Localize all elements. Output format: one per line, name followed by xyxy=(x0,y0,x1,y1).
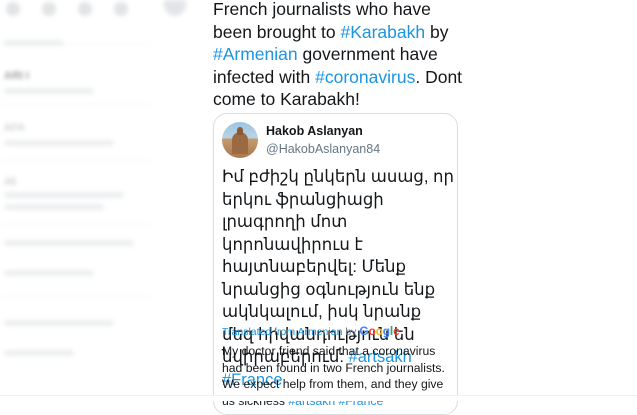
blurred-bar xyxy=(4,40,64,46)
tweet-text: French journalists who have been brought… xyxy=(213,0,463,111)
quoted-author-name[interactable]: Hakob Aslanyan xyxy=(266,124,363,138)
hashtag-link[interactable]: #Karabakh xyxy=(340,22,425,42)
divider xyxy=(0,160,150,161)
top-nav-icons xyxy=(6,2,128,16)
blurred-bar xyxy=(4,140,114,146)
left-item-label: ARI I xyxy=(4,70,30,82)
translated-by-label: by xyxy=(345,326,357,338)
quoted-author-handle[interactable]: @HakobAslanyan84 xyxy=(266,142,380,156)
blurred-bar xyxy=(4,350,74,356)
tweet-text-fragment: by xyxy=(425,21,449,42)
church-shape xyxy=(232,132,248,154)
blurred-bar xyxy=(4,192,124,198)
bottom-edge xyxy=(0,395,637,401)
hashtag-link[interactable]: #Armenian xyxy=(213,44,298,64)
notifications-icon xyxy=(78,2,92,16)
messages-icon xyxy=(114,2,128,16)
home-icon xyxy=(6,2,20,16)
church-dome-shape xyxy=(237,127,243,135)
blurred-bar xyxy=(4,88,94,94)
blurred-bar xyxy=(4,320,114,326)
translated-from-label[interactable]: Translated from Armenian xyxy=(222,326,342,338)
hashtag-link[interactable]: #coronavirus xyxy=(315,67,415,87)
blurred-bar xyxy=(4,204,104,210)
divider xyxy=(0,104,150,105)
divider xyxy=(0,296,150,297)
blurred-bar xyxy=(4,240,134,246)
left-item-label: AFA xyxy=(4,122,25,134)
divider xyxy=(0,224,150,225)
left-item-label: Ali xyxy=(4,176,17,188)
church-landscape-avatar-icon[interactable] xyxy=(222,122,258,158)
blurred-left-column: ARI I AFA Ali xyxy=(0,0,150,400)
blurred-bar xyxy=(4,270,94,276)
author-avatar[interactable] xyxy=(164,0,186,16)
translation-attribution: Translated from Armenian by Google xyxy=(222,324,400,338)
explore-icon xyxy=(42,2,56,16)
google-logo: Google xyxy=(359,324,400,338)
quoted-tweet-card[interactable]: Hakob Aslanyan @HakobAslanyan84 Իմ բժիշկ… xyxy=(213,113,458,415)
